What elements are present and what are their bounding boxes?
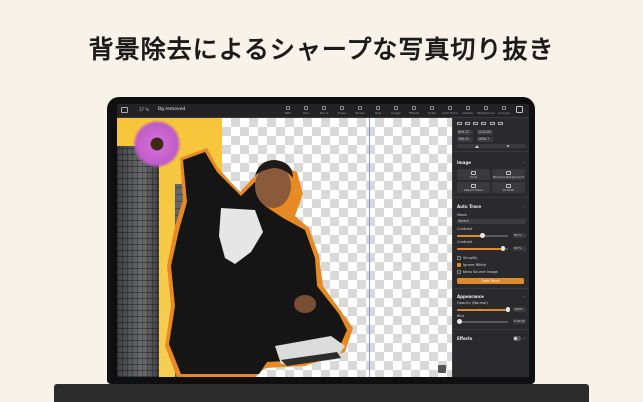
- opacity-value[interactable]: 100%: [513, 307, 526, 312]
- crop-button[interactable]: Crop: [457, 169, 490, 180]
- simplify-checkbox[interactable]: [457, 256, 461, 260]
- object-trace-icon: [471, 183, 476, 188]
- opacity-label: Opacity (Normal): [457, 301, 488, 305]
- chevron-down-icon[interactable]: ⌄: [522, 294, 525, 298]
- opacity-slider[interactable]: [457, 307, 511, 313]
- export-icon[interactable]: [516, 106, 523, 113]
- ignore-white-label: Ignore White: [463, 263, 487, 267]
- zoom-level[interactable]: 37 %: [139, 107, 149, 112]
- align-bottom-icon[interactable]: [497, 122, 503, 125]
- document-canvas[interactable]: [117, 118, 452, 377]
- keep-source-checkbox[interactable]: [457, 270, 461, 274]
- app-window: 37 % Bg removed Path Pen Pencil Erase Sh…: [117, 104, 529, 377]
- alignment-row: [457, 122, 527, 127]
- top-toolbar: 37 % Bg removed Path Pen Pencil Erase Sh…: [117, 104, 529, 118]
- image-icon: [394, 106, 398, 110]
- auto-trace-icon: [448, 106, 452, 110]
- h-field[interactable]: 1658.7: [477, 137, 493, 142]
- slider-knob[interactable]: [480, 233, 485, 239]
- appearance-section-title: Appearance: [457, 294, 484, 299]
- image-section-title: Image: [457, 160, 471, 165]
- chevron-down-icon[interactable]: ⌄: [522, 160, 525, 164]
- eraser-icon: [340, 106, 344, 110]
- chevron-down-icon[interactable]: ⌄: [522, 204, 525, 208]
- mode-label: Mode: [457, 213, 467, 217]
- mode-select[interactable]: Sketch: [457, 219, 526, 224]
- crop-icon: [471, 170, 476, 175]
- contrast-label: Contrast: [457, 227, 473, 231]
- sidebar-toggle-icon[interactable]: [121, 107, 128, 113]
- slider-knob[interactable]: [500, 246, 506, 252]
- effects-toggle[interactable]: [513, 336, 521, 341]
- ai-grab-button[interactable]: AI Grab: [492, 182, 525, 193]
- bg-remove-icon: [484, 106, 488, 110]
- divider: [453, 151, 529, 152]
- flip-horizontal-icon[interactable]: [507, 144, 510, 147]
- ai-grab-icon: [506, 183, 511, 188]
- divider: [453, 288, 529, 289]
- blur-value[interactable]: 0.00 pt: [513, 319, 526, 324]
- contrast2-slider[interactable]: [457, 246, 508, 252]
- object-trace-button[interactable]: Object Trace: [457, 182, 490, 193]
- arrange-icon: [502, 106, 506, 110]
- slider-knob[interactable]: [505, 307, 511, 313]
- rotate-icon: [466, 106, 470, 110]
- auto-trace-button[interactable]: Auto Trace: [457, 278, 524, 284]
- keep-source-label: Keep Source Image: [463, 270, 498, 274]
- contrast2-label: Contrast: [457, 240, 473, 244]
- chevron-right-icon[interactable]: ›: [524, 336, 525, 340]
- shape-icon: [358, 106, 362, 110]
- align-top-icon[interactable]: [481, 122, 487, 125]
- text-icon: [376, 106, 380, 110]
- align-left-icon[interactable]: [457, 122, 462, 125]
- effects-section-title: Effects: [457, 336, 473, 341]
- inspector-panel: 808.22 1242.83 398.51 1658.7 Image ⌄ Cro…: [452, 118, 529, 377]
- contrast-slider[interactable]: [457, 233, 508, 239]
- simplify-label: Simplify: [463, 256, 478, 260]
- x-field[interactable]: 808.22: [457, 130, 473, 135]
- pen-icon: [304, 106, 308, 110]
- canvas-fit-icon[interactable]: [438, 365, 446, 373]
- contrast-value[interactable]: 50 %: [513, 233, 526, 238]
- align-right-icon[interactable]: [473, 122, 479, 125]
- scale-icon: [430, 106, 434, 110]
- laptop-base: [54, 384, 589, 402]
- align-center-icon[interactable]: [465, 122, 471, 125]
- slider-knob[interactable]: [457, 319, 462, 325]
- ignore-white-checkbox[interactable]: [457, 263, 461, 267]
- document-title: Bg removed: [158, 107, 186, 112]
- auto-trace-section-title: Auto Trace: [457, 204, 482, 209]
- divider: [453, 197, 529, 198]
- pencil-icon: [322, 106, 326, 110]
- align-middle-icon[interactable]: [489, 122, 495, 125]
- remove-background-icon: [506, 170, 511, 175]
- tool-strip: Path Pen Pencil Erase Shape Text Image E…: [277, 105, 510, 117]
- tall-building: [117, 146, 159, 377]
- y-field[interactable]: 398.51: [457, 137, 473, 142]
- vertical-guide-line[interactable]: [369, 118, 370, 377]
- blur-slider[interactable]: [457, 319, 508, 325]
- hand: [294, 295, 316, 313]
- path-icon: [286, 106, 290, 110]
- page-headline: 背景除去によるシャープな写真切り抜き: [88, 35, 555, 64]
- remove-background-button[interactable]: Remove Background: [492, 169, 525, 180]
- w-field[interactable]: 1242.83: [477, 130, 493, 135]
- effects-icon: [412, 106, 416, 110]
- flip-vertical-icon[interactable]: [475, 144, 479, 148]
- arrange-tool-button[interactable]: Arrange: [493, 105, 515, 117]
- flip-controls[interactable]: [457, 144, 526, 148]
- blur-label: Blur: [457, 314, 465, 318]
- divider: [453, 329, 529, 330]
- contrast2-value[interactable]: 90 %: [513, 246, 526, 251]
- cutout-person[interactable]: [155, 146, 360, 377]
